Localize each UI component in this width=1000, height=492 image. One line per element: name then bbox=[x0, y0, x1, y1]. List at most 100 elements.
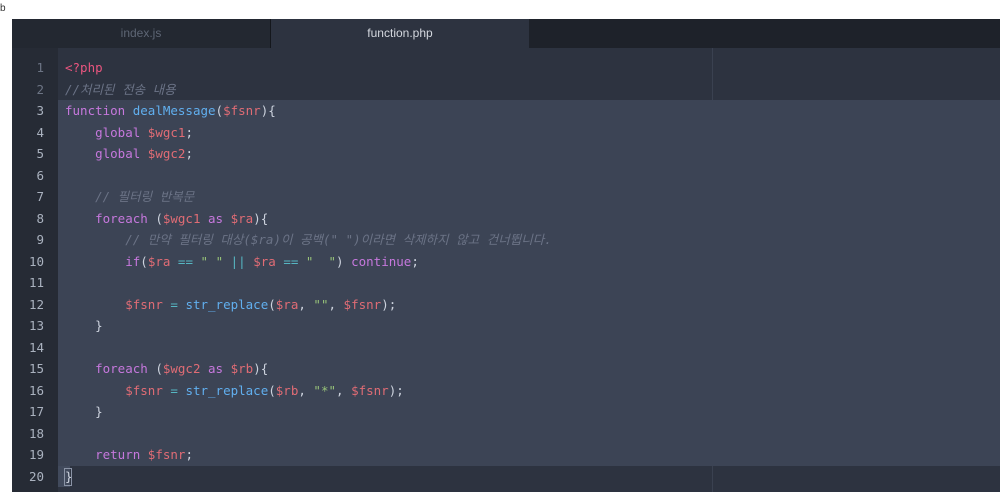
code-token: ) bbox=[336, 253, 352, 269]
code-token: $fsnr bbox=[351, 382, 389, 398]
code-token: ){ bbox=[253, 210, 269, 226]
line-number: 12 bbox=[28, 296, 44, 312]
selection-band bbox=[58, 121, 1000, 143]
code-token: == bbox=[283, 253, 299, 269]
code-line[interactable]: // 만약 필터링 대상($ra)이 공백(" ")이라면 삭제하지 않고 건너… bbox=[65, 229, 552, 251]
code-token: $rb bbox=[230, 361, 254, 376]
code-token: $wgc2 bbox=[147, 146, 186, 161]
code-token: //처리된 전송 내용 bbox=[65, 81, 176, 97]
tab-bar: index.js function.php bbox=[12, 19, 1000, 48]
code-token: continue bbox=[351, 253, 412, 269]
code-line[interactable]: foreach ($wgc2 as $rb){ bbox=[65, 358, 268, 380]
line-number: 21 bbox=[12, 487, 44, 492]
code-token: if bbox=[125, 253, 141, 269]
code-token: str_replace bbox=[185, 296, 269, 312]
code-token: ){ bbox=[260, 103, 276, 118]
code-token: function bbox=[65, 103, 126, 118]
line-number: 18 bbox=[28, 425, 44, 441]
line-number: 6 bbox=[36, 167, 44, 183]
code-token: // 만약 필터링 대상($ra)이 공백(" ")이라면 삭제하지 않고 건너… bbox=[125, 232, 552, 247]
tab-function-php[interactable]: function.php bbox=[271, 19, 529, 48]
code-token: , bbox=[298, 296, 314, 312]
code-token: $ra bbox=[230, 210, 254, 226]
line-number: 13 bbox=[28, 318, 44, 333]
code-line[interactable]: foreach ($wgc1 as $ra){ bbox=[65, 208, 268, 230]
text-cursor bbox=[64, 467, 72, 486]
code-token: "" bbox=[313, 296, 329, 312]
code-token: ( bbox=[215, 103, 224, 118]
code-token: return bbox=[95, 447, 141, 462]
line-number: 2 bbox=[36, 81, 44, 97]
selection-band bbox=[58, 186, 1000, 208]
code-token: ( bbox=[268, 296, 276, 312]
selection-band bbox=[58, 315, 1000, 337]
code-token: as bbox=[208, 361, 224, 376]
code-line[interactable]: function dealMessage($fsnr){ bbox=[65, 100, 276, 122]
selection-band bbox=[58, 143, 1000, 165]
code-token: $wgc1 bbox=[162, 210, 201, 226]
code-token: ( bbox=[268, 382, 276, 398]
code-token: , bbox=[328, 296, 344, 312]
selection-band bbox=[58, 272, 1000, 294]
code-token: $ra bbox=[275, 296, 299, 312]
code-line[interactable]: // 필터링 반복문 bbox=[65, 186, 194, 208]
code-line[interactable]: return $fsnr; bbox=[65, 444, 193, 466]
code-line[interactable]: $fsnr = str_replace($rb, "*", $fsnr); bbox=[65, 380, 404, 402]
code-token: dealMessage bbox=[132, 103, 216, 118]
code-token: $fsnr bbox=[125, 382, 163, 398]
line-number: 17 bbox=[28, 404, 44, 419]
code-line[interactable]: } bbox=[65, 401, 103, 423]
code-line[interactable]: $fsnr = str_replace($ra, "", $fsnr); bbox=[65, 294, 396, 316]
code-token: $rb bbox=[275, 382, 299, 398]
code-line[interactable]: global $wgc2; bbox=[65, 143, 193, 165]
code-token: ( bbox=[147, 210, 163, 226]
code-token: ; bbox=[185, 146, 193, 161]
code-token: $fsnr bbox=[223, 103, 261, 118]
line-number: 7 bbox=[36, 189, 44, 204]
code-line[interactable]: if($ra == " " || $ra == " ") continue; bbox=[65, 251, 419, 273]
code-editor[interactable]: index.js function.php 1 2 3 4 5 6 7 8 9 10 11 12 13 1… bbox=[12, 19, 1000, 492]
code-token: ; bbox=[411, 253, 419, 269]
code-token: } bbox=[95, 404, 103, 419]
code-line[interactable]: //처리된 전송 내용 bbox=[65, 79, 176, 101]
window-corner-mark: b bbox=[0, 3, 6, 14]
code-token: "*" bbox=[313, 382, 336, 398]
code-line[interactable]: } bbox=[65, 315, 103, 337]
code-token: ); bbox=[388, 382, 404, 398]
line-number: 4 bbox=[36, 124, 44, 140]
code-token: " " bbox=[305, 253, 337, 269]
selection-band bbox=[58, 444, 1000, 466]
tab-index-js[interactable]: index.js bbox=[12, 19, 271, 48]
code-token: $fsnr bbox=[343, 296, 382, 312]
code-token: " " bbox=[200, 253, 224, 269]
code-token: ( bbox=[147, 361, 163, 376]
line-number: 19 bbox=[28, 447, 44, 462]
code-line[interactable]: global $wgc1; bbox=[65, 122, 193, 144]
code-token: as bbox=[208, 210, 224, 226]
line-number: 3 bbox=[36, 103, 44, 118]
code-token: == bbox=[177, 253, 193, 269]
line-number-gutter: 123456789101112131415161718192021 bbox=[12, 48, 58, 492]
code-token: } bbox=[95, 318, 103, 333]
code-token: $wgc2 bbox=[162, 361, 201, 376]
code-token: ; bbox=[185, 124, 193, 140]
line-number: 16 bbox=[28, 382, 44, 398]
code-token: global bbox=[95, 146, 141, 161]
code-token: ); bbox=[381, 296, 397, 312]
line-number: 5 bbox=[36, 146, 44, 161]
line-number: 1 bbox=[36, 60, 44, 75]
code-token: $ra bbox=[147, 253, 171, 269]
code-token: ){ bbox=[253, 361, 269, 376]
code-line[interactable]: <?php bbox=[65, 57, 103, 79]
line-number: 20 bbox=[28, 468, 44, 484]
